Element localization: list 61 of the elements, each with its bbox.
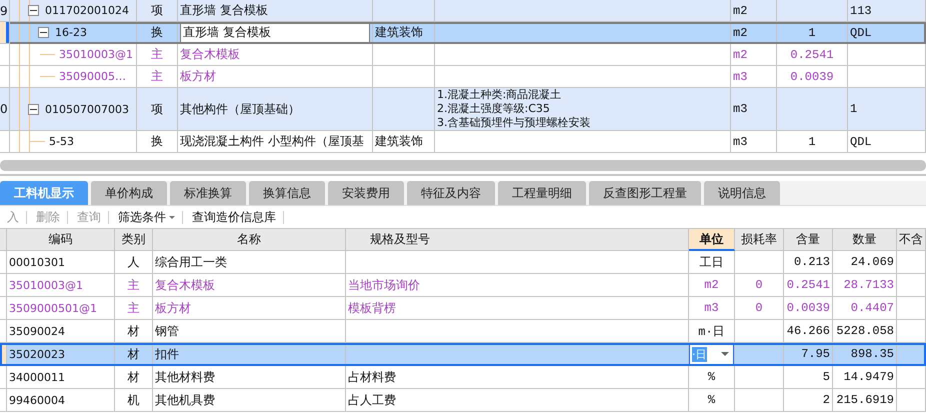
collapse-icon[interactable] — [38, 27, 49, 38]
table-cell: 占人工费 — [346, 389, 689, 412]
tree-connector — [40, 76, 55, 77]
table-row[interactable]: 0 010507007003 项 其他构件（屋顶基础） 1.混凝土种类:商品混凝土 2.混凝土强度等级:C35 3.含基础预埋件与预埋螺栓安装 m3 1 — [0, 88, 926, 131]
tab[interactable]: 单价构成 — [91, 181, 167, 205]
table-row[interactable]: 35090005… 主 板方材 m3 0.0039 — [0, 66, 926, 88]
table-cell: 现浇混凝土构件 小型构件（屋顶基 — [178, 131, 373, 153]
table-cell: 建筑装饰 — [373, 131, 435, 153]
item-code: 010507007003 — [45, 102, 129, 116]
collapse-icon[interactable] — [28, 104, 39, 114]
table-row[interactable]: 00010301 人 综合用工一类 工日 0.213 24.069 — [0, 251, 926, 274]
dropdown-arrow-icon[interactable] — [721, 352, 729, 356]
table-cell — [897, 389, 926, 412]
tab[interactable]: 特征及内容 — [407, 181, 495, 205]
table-row[interactable]: 35090024 材 钢管 m·日 46.266 5228.058 — [0, 320, 926, 343]
table-cell: QDL — [848, 131, 926, 153]
table-row[interactable]: 16-23 换 直形墙 复合模板 建筑装饰 m2 1 QDL — [0, 22, 926, 44]
horizontal-scrollbar[interactable] — [0, 160, 926, 171]
table-cell: 215.6919 — [833, 389, 897, 412]
description-line: 3.含基础预埋件与预埋螺栓安装 — [437, 116, 590, 130]
table-row[interactable]: 35010003@1 主 复合木模板 m2 0.2541 — [0, 44, 926, 66]
table-cell: 1 — [777, 131, 848, 153]
item-code: 35010003@1 — [59, 48, 133, 61]
tree-connector — [40, 54, 55, 55]
tab[interactable]: 标准换算 — [170, 181, 246, 205]
table-cell: m3 — [731, 131, 777, 153]
table-cell: % — [689, 389, 735, 412]
tab[interactable]: 换算信息 — [249, 181, 325, 205]
description-line: 2.混凝土强度等级:C35 — [437, 102, 550, 116]
toolbar-button[interactable]: 筛选条件 — [118, 208, 182, 226]
item-code: 011702001024 — [45, 4, 129, 17]
caret-icon — [169, 216, 175, 218]
table-row[interactable]: 3509000501@1 主 板方材 模板背楞 m3 0 0.0039 0.4407 — [0, 297, 926, 320]
table-row[interactable]: 9 011702001024 项 直形墙 复合模板 m2 113 — [0, 0, 926, 22]
row-number: 0 — [0, 102, 8, 116]
item-code: 16-23 — [55, 26, 87, 39]
table-cell: 2 — [784, 389, 833, 412]
toolbar-button[interactable]: 查询造价信息库 — [192, 208, 283, 226]
table-row[interactable]: 35020023 材 扣件 ·日 7.95 898.35 — [0, 343, 926, 366]
table-row[interactable]: 5-53 换 现浇混凝土构件 小型构件（屋顶基 建筑装饰 m3 1 QDL — [0, 131, 926, 153]
table-cell: 其他机具费 — [153, 389, 346, 412]
column-header[interactable]: 单位 — [689, 229, 735, 251]
row-number: 9 — [0, 4, 8, 18]
table-row[interactable]: 35010003@1 主 复合木模板 当地市场询价 m2 0 0.2541 28.7133 — [0, 274, 926, 297]
name-input-field[interactable]: 直形墙 复合模板 — [180, 22, 370, 43]
table-cell: 机 — [115, 389, 153, 412]
tab[interactable]: 工程量明细 — [498, 181, 586, 205]
table-cell: 换 — [137, 131, 178, 153]
collapse-icon[interactable] — [28, 5, 39, 16]
tree-connector — [30, 141, 45, 142]
table-row[interactable]: 34000011 材 其他材料费 占材料费 % 5 14.9479 — [0, 366, 926, 389]
row-selection-marker — [6, 22, 9, 43]
table-row[interactable]: 99460004 机 其他机具费 占人工费 % 2 215.6919 — [0, 389, 926, 412]
tab[interactable]: 反查图形工程量 — [589, 181, 701, 205]
tab[interactable]: 说明信息 — [704, 181, 780, 205]
item-code: 35090005… — [59, 70, 126, 83]
table-cell — [735, 389, 784, 412]
table-cell: 99460004 — [7, 389, 115, 412]
description-line: 1.混凝土种类:商品混凝土 — [437, 88, 562, 102]
item-code: 5-53 — [49, 135, 74, 148]
tab[interactable]: 安装费用 — [328, 181, 404, 205]
